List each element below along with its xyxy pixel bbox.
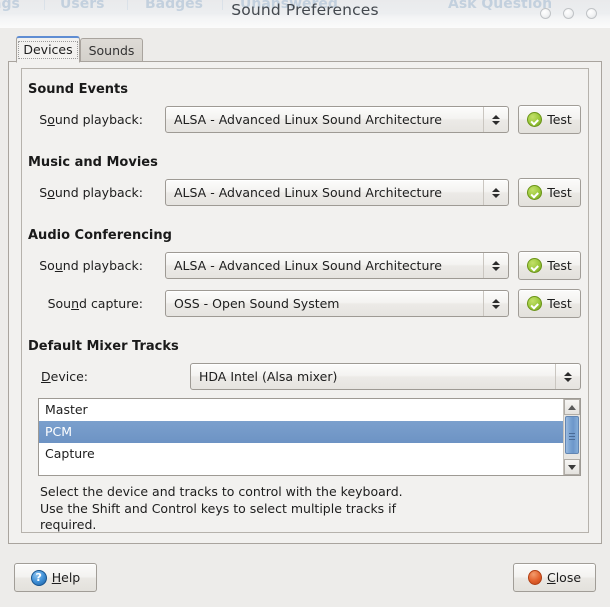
label-conferencing-playback: Sound playback: — [39, 258, 143, 273]
scroll-down-arrow-icon[interactable] — [564, 459, 580, 475]
combo-sound-events-playback[interactable]: ALSA - Advanced Linux Sound Architecture — [165, 106, 509, 133]
dialog-action-bar: Help Close — [0, 548, 610, 607]
vertical-scrollbar[interactable] — [563, 399, 580, 475]
window-titlebar: ags Users Badges Unanswered Ask Question… — [0, 0, 610, 28]
help-button[interactable]: Help — [14, 563, 97, 592]
combo-conferencing-playback[interactable]: ALSA - Advanced Linux Sound Architecture — [165, 252, 509, 279]
window-title: Sound Preferences — [231, 1, 379, 19]
combo-mixer-device-value: HDA Intel (Alsa mixer) — [199, 369, 338, 384]
chevron-updown-icon — [483, 253, 508, 278]
scroll-up-arrow-icon[interactable] — [564, 399, 580, 415]
test-button-music-movies[interactable]: Test — [518, 178, 581, 207]
list-item[interactable]: Master — [39, 399, 580, 421]
list-item[interactable]: Capture — [39, 443, 580, 465]
test-button-sound-events[interactable]: Test — [518, 105, 581, 134]
minimize-button[interactable] — [540, 8, 551, 19]
help-circle-icon — [30, 569, 47, 586]
label-sound-events-playback: Sound playback: — [39, 112, 143, 127]
combo-music-movies-playback[interactable]: ALSA - Advanced Linux Sound Architecture — [165, 179, 509, 206]
test-button-conferencing-playback[interactable]: Test — [518, 251, 581, 280]
check-circle-icon — [527, 112, 543, 127]
mixer-tracks-help-text: Select the device and tracks to control … — [40, 484, 403, 532]
test-button-label: Test — [547, 112, 572, 127]
section-heading-default-mixer-tracks: Default Mixer Tracks — [28, 339, 179, 354]
test-button-label: Test — [547, 185, 572, 200]
combo-mixer-device[interactable]: HDA Intel (Alsa mixer) — [190, 363, 581, 390]
tab-strip: Devices Sounds — [8, 36, 602, 63]
test-button-label: Test — [547, 296, 572, 311]
list-item[interactable]: PCM — [39, 421, 580, 443]
section-heading-music-and-movies: Music and Movies — [28, 155, 158, 170]
combo-sound-events-playback-value: ALSA - Advanced Linux Sound Architecture — [174, 112, 442, 127]
scrollbar-thumb[interactable] — [565, 416, 579, 454]
check-circle-icon — [527, 296, 543, 311]
test-button-label: Test — [547, 258, 572, 273]
mixer-tracks-list[interactable]: Master PCM Capture — [38, 398, 581, 476]
close-button[interactable]: Close — [513, 563, 596, 592]
check-circle-icon — [527, 258, 543, 273]
tab-devices[interactable]: Devices — [16, 36, 80, 63]
section-heading-sound-events: Sound Events — [28, 82, 129, 97]
chevron-updown-icon — [483, 107, 508, 132]
chevron-updown-icon — [483, 180, 508, 205]
tab-devices-label: Devices — [18, 41, 78, 59]
combo-conferencing-capture-value: OSS - Open Sound System — [174, 296, 340, 311]
combo-conferencing-playback-value: ALSA - Advanced Linux Sound Architecture — [174, 258, 442, 273]
test-button-conferencing-capture[interactable]: Test — [518, 289, 581, 318]
tab-sounds[interactable]: Sounds — [80, 38, 143, 63]
label-music-movies-playback: Sound playback: — [39, 185, 143, 200]
combo-music-movies-playback-value: ALSA - Advanced Linux Sound Architecture — [174, 185, 442, 200]
help-button-label: Help — [51, 570, 81, 585]
label-conferencing-capture: Sound capture: — [47, 296, 143, 311]
check-circle-icon — [527, 185, 543, 200]
close-circle-icon — [527, 570, 542, 585]
chevron-updown-icon — [555, 364, 580, 389]
tab-sounds-label: Sounds — [88, 43, 135, 58]
combo-conferencing-capture[interactable]: OSS - Open Sound System — [165, 290, 509, 317]
section-heading-audio-conferencing: Audio Conferencing — [28, 228, 172, 243]
label-mixer-device: Device: — [41, 369, 88, 384]
maximize-button[interactable] — [563, 8, 574, 19]
close-window-button[interactable] — [586, 8, 597, 19]
chevron-updown-icon — [483, 291, 508, 316]
close-button-label: Close — [546, 570, 582, 585]
